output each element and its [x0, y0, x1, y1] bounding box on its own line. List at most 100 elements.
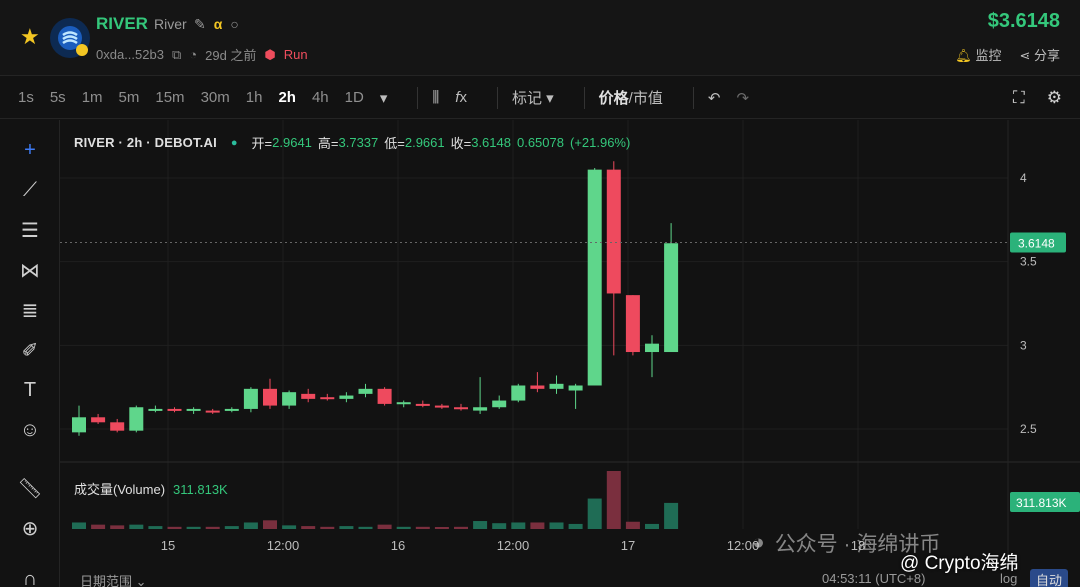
price-tick-label: 2.5	[1020, 422, 1037, 436]
timeframe-4h[interactable]: 4h	[312, 89, 329, 106]
volume-value: 311.813K	[173, 482, 228, 497]
candle-body	[434, 405, 449, 408]
settings-gear-icon[interactable]: ⚙	[1047, 88, 1062, 108]
token-symbol: RIVER	[96, 14, 148, 33]
candle-body	[148, 408, 163, 411]
volume-bar	[72, 522, 86, 529]
close-value: 3.6148	[471, 135, 511, 150]
candle-body	[492, 400, 507, 408]
copy-icon[interactable]: ⧉	[172, 47, 181, 63]
favorite-star-icon[interactable]: ★	[20, 24, 40, 50]
fullscreen-icon[interactable]: ⛶	[1013, 88, 1025, 108]
volume-bar	[530, 522, 545, 529]
candle-body	[568, 385, 583, 391]
volume-bar	[91, 524, 106, 529]
bell-icon: 🔔︎	[955, 48, 972, 63]
auto-scale-toggle[interactable]: 自动	[1030, 569, 1069, 587]
current-price: $3.6148	[987, 10, 1060, 32]
timeframe-1s[interactable]: 1s	[18, 89, 34, 106]
date-range-label: 日期范围	[80, 574, 133, 587]
time-tick-label: 12:00	[267, 538, 300, 553]
fib-retracement-icon[interactable]: ≣	[16, 296, 44, 324]
volume-bar	[282, 525, 297, 529]
trend-line-icon[interactable]: ⟋	[16, 176, 44, 204]
ruler-icon[interactable]: 📏︎	[16, 474, 44, 502]
volume-bar	[224, 526, 239, 529]
toolbar-divider	[417, 86, 419, 109]
contract-address: 0xda...52b3	[96, 47, 164, 62]
wechat-icon: ◕	[752, 531, 765, 554]
timeframe-2h[interactable]: 2h	[278, 89, 296, 106]
candle-body	[645, 343, 659, 353]
volume-bar	[454, 526, 468, 529]
time-tick-label: 17	[621, 538, 635, 553]
horizontal-lines-icon[interactable]: ☰	[16, 216, 44, 244]
marker-dropdown[interactable]: 标记 ▾	[512, 87, 554, 108]
price-tick-label: 3.5	[1020, 255, 1037, 269]
clock-icon: ◔	[189, 47, 198, 62]
token-header: ★ RIVER River ✎ α ○ 0xda...52b3 ⧉ ◔ 29d …	[0, 0, 1080, 76]
volume-legend: 成交量(Volume) 311.813K	[74, 479, 228, 498]
price-tick-label: 3	[1020, 338, 1027, 352]
share-button[interactable]: ⋖ 分享	[1019, 45, 1060, 64]
chart-title: RIVER · 2h · DEBOT.AI	[74, 135, 217, 150]
volume-bar	[492, 523, 507, 529]
undo-icon[interactable]: ↶	[708, 89, 721, 107]
chart-type-icon[interactable]: ⫼	[432, 89, 439, 106]
volume-bar	[243, 522, 258, 529]
time-tick-label: 15	[161, 538, 175, 553]
volume-bar	[358, 526, 373, 529]
open-value: 2.9641	[272, 135, 312, 150]
timeframe-dropdown-icon[interactable]: ▾	[380, 89, 388, 107]
brush-icon[interactable]: ✐	[16, 336, 44, 364]
candle-body	[339, 395, 354, 399]
redo-icon[interactable]: ↷	[736, 89, 749, 107]
volume-bar	[301, 526, 316, 529]
live-status-icon: ●	[230, 136, 238, 149]
volume-bar	[396, 526, 411, 529]
candle-body	[263, 388, 277, 406]
search-icon[interactable]: ○	[230, 16, 238, 33]
date-range-button[interactable]: 日期范围 ⌄	[80, 571, 147, 587]
candle-body	[625, 295, 640, 353]
monitor-button[interactable]: 🔔︎ 监控	[955, 45, 1001, 64]
timeframe-1m[interactable]: 1m	[82, 89, 103, 106]
candle-body	[473, 407, 488, 411]
volume-bar	[664, 502, 679, 529]
crosshair-icon[interactable]: +	[16, 136, 44, 164]
edit-icon[interactable]: ✎	[194, 16, 206, 33]
price-toggle-label: 价格	[598, 90, 629, 107]
change-percent: (+21.96%)	[569, 135, 631, 150]
candle-body	[224, 408, 239, 411]
monitor-label: 监控	[975, 48, 1002, 63]
zoom-in-icon[interactable]: ⊕	[16, 514, 44, 542]
magnet-icon[interactable]: ∩	[16, 565, 44, 587]
candle-body	[606, 169, 621, 294]
timeframe-15m[interactable]: 15m	[155, 89, 184, 106]
toolbar-divider	[692, 86, 694, 109]
candle-body	[301, 393, 316, 399]
candle-body	[664, 243, 679, 353]
indicators-icon[interactable]: fx	[455, 89, 467, 106]
alpha-icon[interactable]: α	[214, 16, 223, 33]
emoji-icon[interactable]: ☺	[16, 416, 44, 444]
chart-canvas[interactable]: 2.533.543.6148311.813K15 12:00 16 12:00 17 12…	[60, 120, 1080, 568]
candlestick-chart[interactable]: 2.5 3 3.5 4 3.6148 311.813K 15 12:00 16 12:00 17 12…	[60, 120, 1080, 587]
candle-body	[415, 403, 430, 406]
candle-body	[91, 417, 106, 423]
timeframe-30m[interactable]: 30m	[201, 89, 230, 106]
price-mcap-toggle[interactable]: 价格/市值	[599, 87, 663, 108]
timeframe-5m[interactable]: 5m	[119, 89, 140, 106]
pattern-icon[interactable]: ⋈	[16, 256, 44, 284]
timeframe-1h[interactable]: 1h	[246, 89, 263, 106]
launchpad-icon: ⬢	[264, 46, 276, 62]
candle-body	[205, 410, 220, 413]
timeframe-1d[interactable]: 1D	[345, 89, 364, 106]
volume-bar	[129, 524, 144, 529]
volume-bar	[148, 526, 163, 529]
candle-body	[129, 407, 144, 431]
time-tick-label: 16	[391, 538, 405, 553]
last-volume-tag-label: 311.813K	[1016, 496, 1067, 510]
text-tool-icon[interactable]: T	[16, 376, 44, 404]
timeframe-5s[interactable]: 5s	[50, 89, 66, 106]
